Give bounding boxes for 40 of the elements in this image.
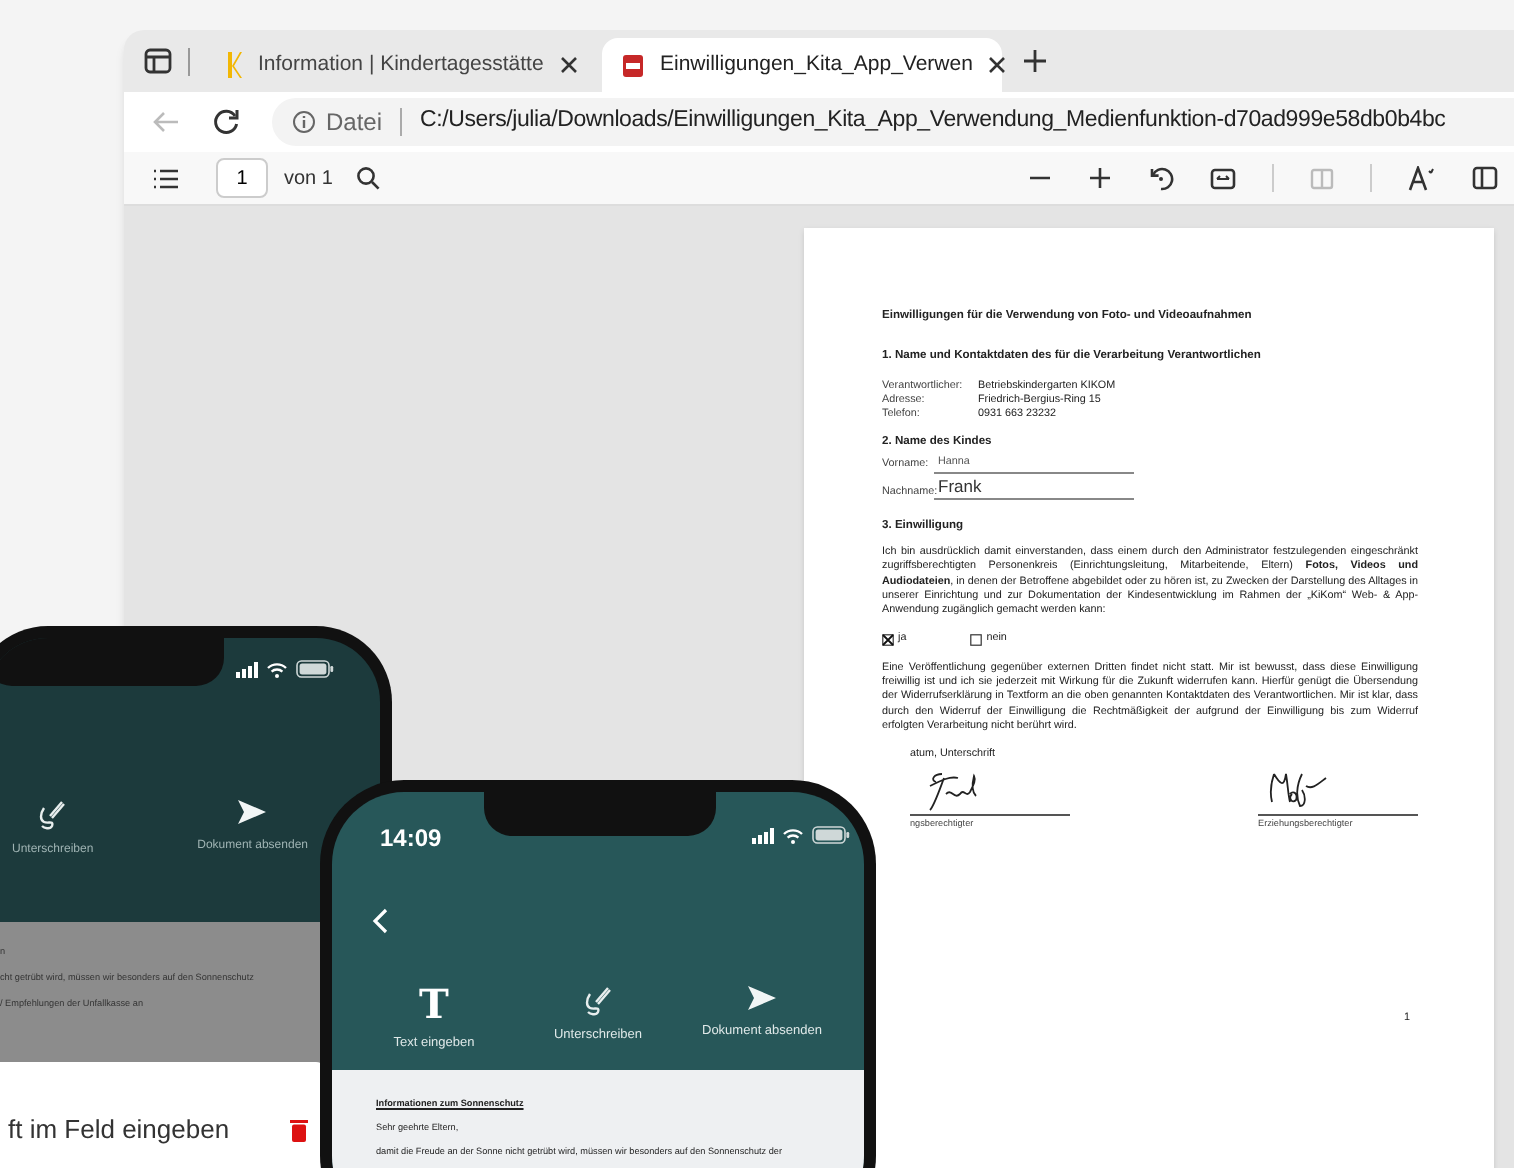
browser-tab[interactable]: Information | Kindertagesstätte	[206, 38, 598, 92]
address-url[interactable]: C:/Users/julia/Downloads/Einwilligungen_Kita_App_Verwendung_Medienfunktion-d70ad999e58db0b4bc	[420, 104, 1446, 140]
battery-icon	[812, 826, 850, 844]
wifi-icon	[782, 827, 804, 843]
new-tab-icon[interactable]	[1022, 48, 1048, 74]
pdf-file-icon	[622, 53, 644, 77]
checkbox[interactable]	[970, 634, 983, 647]
search-icon[interactable]	[356, 166, 381, 190]
address-bar[interactable]: Datei C:/Users/julia/Downloads/Einwilligungen_Kita_App_Verwendung_Medienfunktion-d70ad999e58db0b4bc	[272, 98, 1514, 146]
back-chevron-icon[interactable]	[372, 908, 388, 934]
zoom-in-icon[interactable]	[1088, 166, 1112, 190]
browser-tab[interactable]: Einwilligungen_Kita_App_Verwen	[602, 38, 1002, 92]
site-logo-icon	[226, 52, 242, 78]
signature-pen-icon	[36, 798, 69, 830]
contents-list-icon[interactable]	[152, 167, 180, 189]
sidebar-panel-icon[interactable]	[1472, 166, 1498, 190]
send-icon	[236, 798, 269, 826]
signal-icon	[752, 827, 774, 843]
close-icon[interactable]	[560, 56, 578, 74]
send-icon	[746, 984, 778, 1012]
fit-width-icon[interactable]	[1210, 167, 1236, 189]
signature-pen-icon	[582, 984, 614, 1016]
dialog-title: ft im Feld eingeben	[8, 1112, 230, 1148]
checked-checkbox[interactable]	[882, 634, 894, 647]
wifi-icon	[266, 661, 288, 677]
signal-icon	[236, 661, 258, 677]
info-icon[interactable]	[292, 110, 316, 134]
address-scheme-label: Datei	[326, 106, 383, 140]
tab-actions-icon[interactable]	[144, 48, 172, 74]
read-aloud-icon[interactable]	[1408, 165, 1436, 191]
page-count: von 1	[284, 165, 333, 193]
battery-icon	[296, 660, 334, 678]
text-tool-icon: T	[419, 984, 449, 1024]
form-field[interactable]: Frank	[934, 475, 1134, 501]
status-time: 14:09	[380, 822, 442, 856]
page-number-field[interactable]: 1	[216, 158, 268, 198]
trash-icon[interactable]	[290, 1117, 308, 1142]
close-icon[interactable]	[988, 56, 1007, 74]
reload-icon[interactable]	[212, 108, 240, 136]
rotate-icon[interactable]	[1148, 165, 1174, 191]
